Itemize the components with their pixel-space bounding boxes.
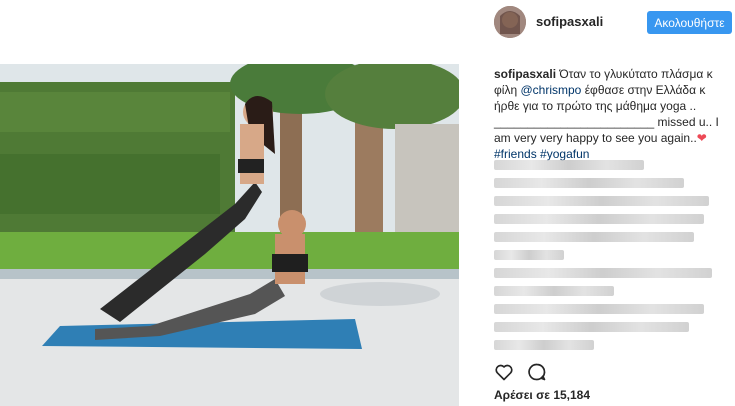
blurred-comment-line <box>494 196 709 206</box>
blurred-comment-line <box>494 160 644 170</box>
caption-username[interactable]: sofipasxali <box>494 67 556 81</box>
post-sidebar: sofipasxali Ακολουθήστε sofipasxali Όταν… <box>459 0 735 406</box>
blurred-comment-line <box>494 322 689 332</box>
blurred-comment-line <box>494 340 594 350</box>
heart-outline-icon[interactable] <box>494 362 514 382</box>
post-actions <box>494 362 730 382</box>
avatar-image <box>494 6 526 38</box>
comment-bubble-icon[interactable] <box>527 362 547 382</box>
follow-button[interactable]: Ακολουθήστε <box>647 11 732 34</box>
blurred-comment-line <box>494 304 704 314</box>
heart-emoji: ❤ <box>696 131 707 145</box>
blurred-comment-line <box>494 178 684 188</box>
blurred-comment-line <box>494 232 694 242</box>
caption-text-3: ________________________ missed u.. I am… <box>494 115 719 145</box>
blurred-comment-line <box>494 250 564 260</box>
blurred-comment-line <box>494 268 712 278</box>
post-caption: sofipasxali Όταν το γλυκύτατο πλάσμα κ φ… <box>494 66 730 162</box>
header-username[interactable]: sofipasxali <box>536 14 603 29</box>
likes-count[interactable]: Αρέσει σε 15,184 <box>494 388 590 402</box>
hashtag-yogafun[interactable]: #yogafun <box>540 147 589 161</box>
caption-mention[interactable]: @chrismpo <box>520 83 581 97</box>
blurred-comment-line <box>494 214 704 224</box>
blurred-comment-line <box>494 286 614 296</box>
post-photo[interactable] <box>0 64 459 406</box>
post-header: sofipasxali Ακολουθήστε <box>459 0 735 64</box>
hashtag-friends[interactable]: #friends <box>494 147 537 161</box>
avatar[interactable] <box>494 6 526 38</box>
comments-list-blurred <box>494 160 730 358</box>
yoga-photo-illustration <box>0 64 459 406</box>
